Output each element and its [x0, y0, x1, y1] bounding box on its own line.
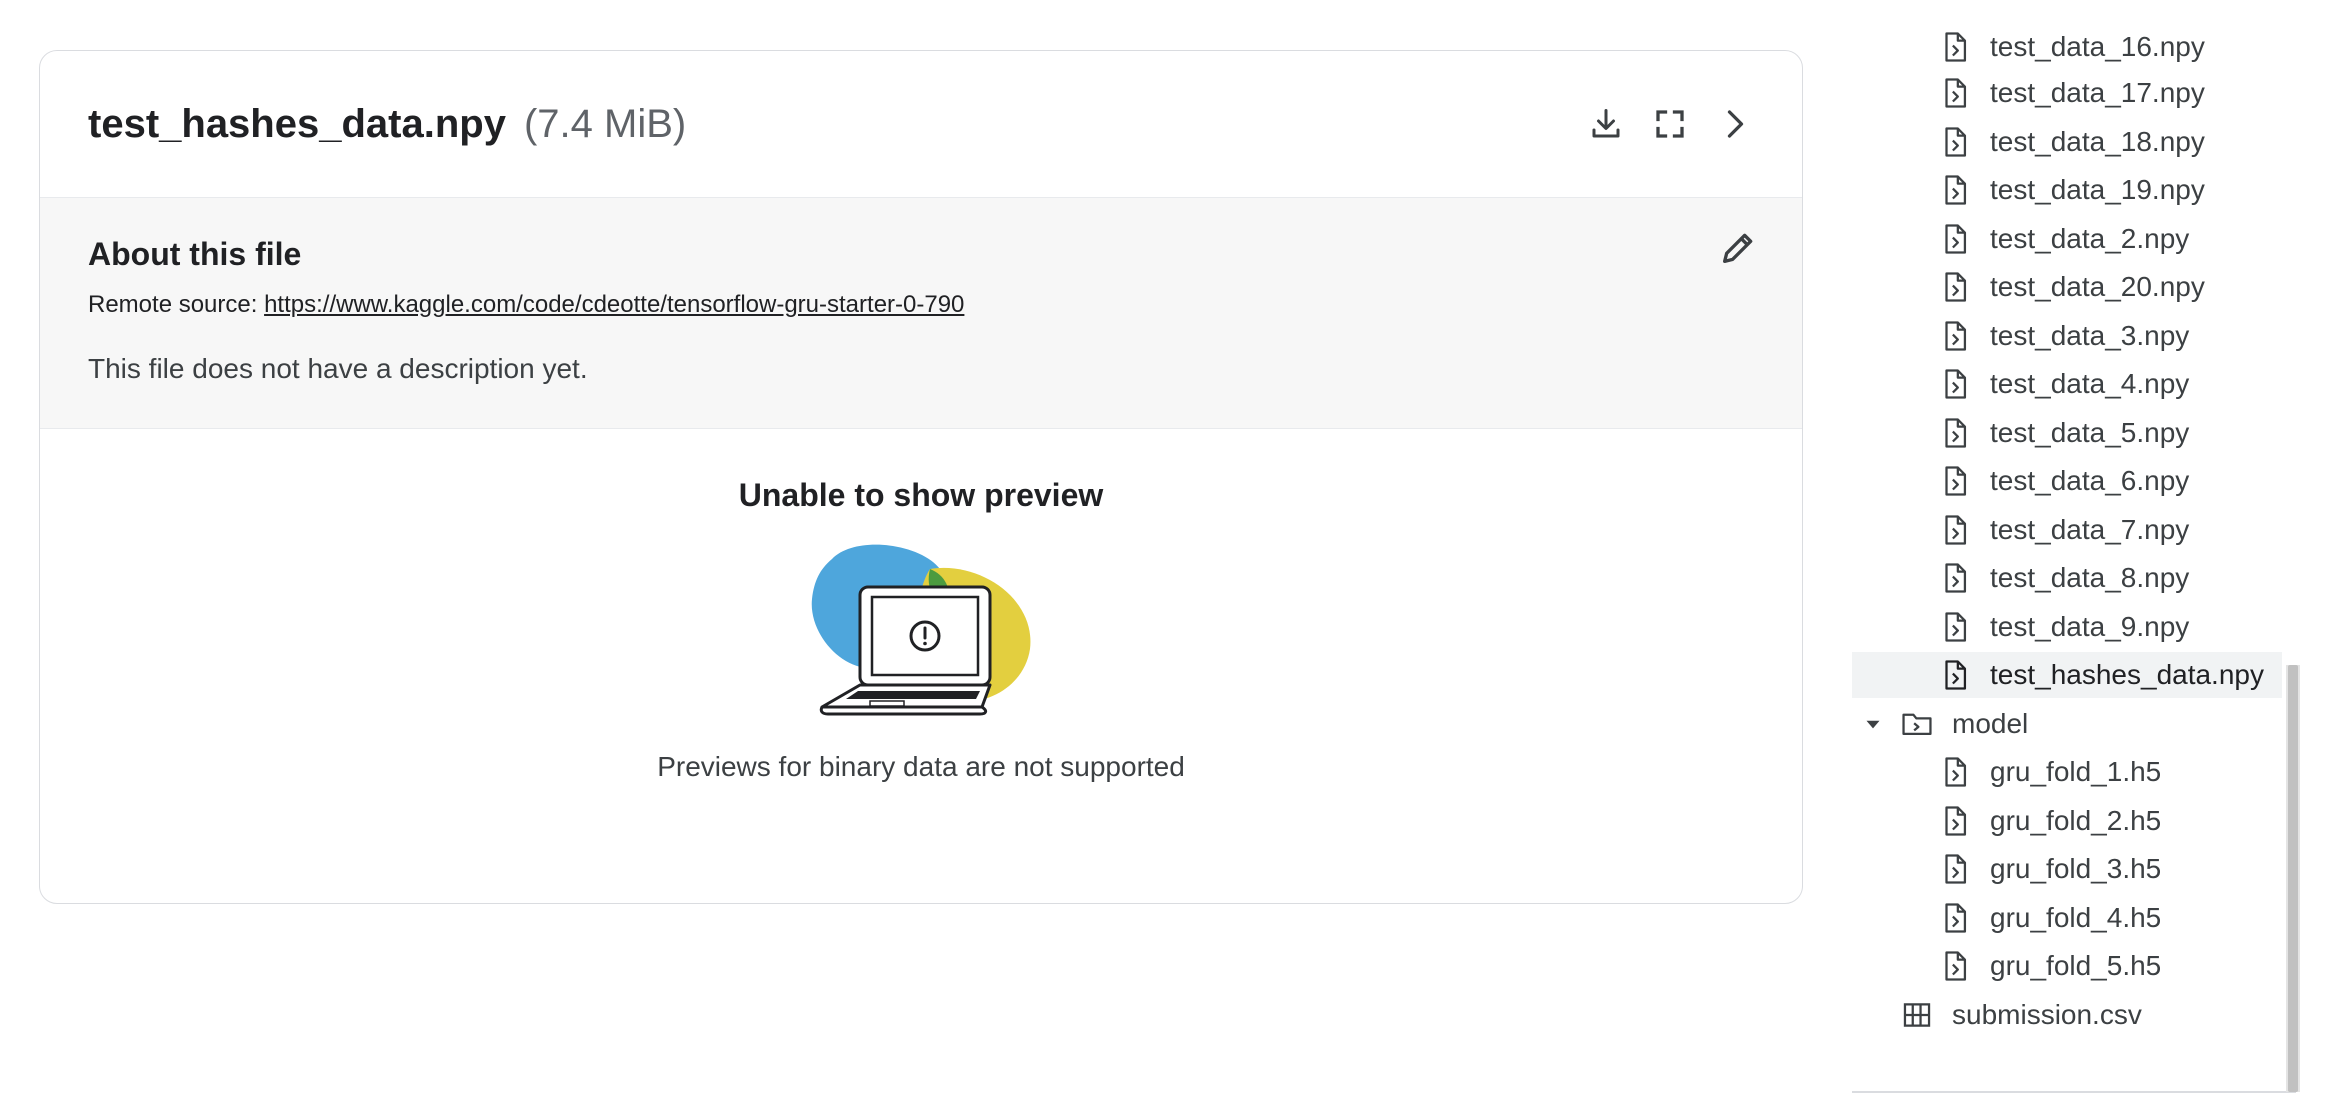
pencil-icon — [1723, 233, 1753, 263]
fullscreen-button[interactable] — [1650, 104, 1690, 144]
download-button[interactable] — [1586, 104, 1626, 144]
tree-folder-model[interactable]: model — [1860, 701, 2260, 747]
tree-item-test_data_5[interactable]: test_data_5.npy — [1938, 410, 2268, 456]
download-icon — [1592, 109, 1620, 138]
file-description: This file does not have a description ye… — [88, 353, 588, 384]
tree-item-test_data_19[interactable]: test_data_19.npy — [1938, 167, 2268, 213]
file-code-icon — [1945, 321, 1967, 351]
file-code-icon — [1945, 515, 1967, 545]
tree-item-label: gru_fold_5.h5 — [1990, 950, 2162, 981]
tree-item-label: test_data_6.npy — [1990, 465, 2190, 496]
file-code-icon — [1945, 660, 1967, 690]
tree-item-label: test_data_17.npy — [1990, 77, 2205, 108]
tree-item-label: test_data_4.npy — [1990, 368, 2190, 399]
tree-item-test_data_8[interactable]: test_data_8.npy — [1938, 555, 2268, 601]
file-code-icon — [1945, 127, 1967, 157]
tree-item-label: test_data_5.npy — [1990, 417, 2190, 448]
preview-message: Previews for binary data are not support… — [657, 751, 1185, 782]
tree-item-gru_fold_3[interactable]: gru_fold_3.h5 — [1938, 846, 2268, 892]
next-file-button[interactable] — [1714, 104, 1754, 144]
tree-item-label: test_data_2.npy — [1990, 223, 2190, 254]
tree-item-test_data_7[interactable]: test_data_7.npy — [1938, 507, 2268, 553]
tree-item-label: test_hashes_data.npy — [1990, 659, 2264, 690]
remote-source: Remote source: https://www.kaggle.com/co… — [88, 291, 1754, 319]
file-code-icon — [1945, 418, 1967, 448]
tree-item-label: test_data_20.npy — [1990, 271, 2205, 302]
file-code-icon — [1945, 612, 1967, 642]
file-code-icon — [1945, 854, 1967, 884]
fullscreen-icon — [1656, 110, 1684, 138]
tree-bottom-divider — [1852, 1091, 2296, 1093]
laptop-illustration — [811, 544, 1031, 716]
file-header: test_hashes_data.npy (7.4 MiB) — [40, 51, 1802, 197]
file-code-icon — [1945, 272, 1967, 302]
tree-item-label: test_data_18.npy — [1990, 126, 2205, 157]
tree-item-test_data_20[interactable]: test_data_20.npy — [1938, 264, 2268, 310]
tree-item-label: submission.csv — [1952, 999, 2142, 1030]
tree-item-label: test_data_8.npy — [1990, 562, 2190, 593]
table-icon — [1903, 1003, 1931, 1027]
file-code-icon — [1945, 466, 1967, 496]
tree-item-label: test_data_16.npy — [1990, 31, 2205, 62]
file-code-icon — [1945, 903, 1967, 933]
caret-down-icon[interactable] — [1860, 711, 1886, 737]
tree-item-test_data_17[interactable]: test_data_17.npy — [1938, 70, 2268, 116]
tree-item-test_data_3[interactable]: test_data_3.npy — [1938, 313, 2268, 359]
file-tree: test_data_16.npy test_data_17.npy test_d… — [1852, 0, 2282, 1092]
remote-source-link[interactable]: https://www.kaggle.com/code/cdeotte/tens… — [264, 291, 964, 318]
tree-item-test_hashes_data-selected[interactable]: test_hashes_data.npy — [1852, 652, 2282, 698]
header-actions — [1586, 104, 1754, 144]
file-size: (7.4 MiB) — [523, 101, 687, 146]
tree-item-gru_fold_2[interactable]: gru_fold_2.h5 — [1938, 798, 2268, 844]
edit-button[interactable] — [1718, 228, 1758, 268]
tree-item-label: gru_fold_4.h5 — [1990, 902, 2162, 933]
file-code-icon — [1945, 951, 1967, 981]
tree-item-test_data_2[interactable]: test_data_2.npy — [1938, 216, 2268, 262]
file-code-icon — [1945, 32, 1967, 62]
file-code-icon — [1945, 806, 1967, 836]
tree-item-submission[interactable]: submission.csv — [1900, 992, 2260, 1038]
tree-item-test_data_9[interactable]: test_data_9.npy — [1938, 604, 2268, 650]
file-name: test_hashes_data.npy — [88, 101, 506, 146]
tree-scrollbar-thumb[interactable] — [2288, 665, 2298, 1092]
tree-item-label: gru_fold_3.h5 — [1990, 853, 2162, 884]
folder-icon — [1902, 713, 1932, 736]
tree-item-label: test_data_3.npy — [1990, 320, 2190, 351]
tree-item-gru_fold_5[interactable]: gru_fold_5.h5 — [1938, 943, 2268, 989]
file-code-icon — [1945, 175, 1967, 205]
file-detail-card: test_hashes_data.npy (7.4 MiB) About thi… — [39, 50, 1803, 904]
file-code-icon — [1945, 78, 1967, 108]
file-code-icon — [1945, 369, 1967, 399]
tree-item-label: gru_fold_1.h5 — [1990, 756, 2162, 787]
tree-item-gru_fold_1[interactable]: gru_fold_1.h5 — [1938, 749, 2268, 795]
file-code-icon — [1945, 757, 1967, 787]
preview-title: Unable to show preview — [738, 477, 1104, 513]
about-section: About this file Remote source: https://w… — [40, 197, 1802, 429]
file-code-icon — [1945, 563, 1967, 593]
tree-item-test_data_6[interactable]: test_data_6.npy — [1938, 458, 2268, 504]
tree-item-partial[interactable]: test_data_16.npy — [1938, 24, 2268, 70]
tree-item-label: gru_fold_2.h5 — [1990, 805, 2162, 836]
file-code-icon — [1945, 224, 1967, 254]
tree-folder-label: model — [1952, 708, 2029, 739]
tree-item-test_data_18[interactable]: test_data_18.npy — [1938, 119, 2268, 165]
tree-item-gru_fold_4[interactable]: gru_fold_4.h5 — [1938, 895, 2268, 941]
chevron-right-icon — [1727, 110, 1744, 138]
preview-section: Unable to show preview Previews for bina… — [40, 429, 1802, 899]
tree-item-test_data_4[interactable]: test_data_4.npy — [1938, 361, 2268, 407]
tree-item-label: test_data_9.npy — [1990, 611, 2190, 642]
about-title: About this file — [88, 236, 302, 272]
remote-source-label: Remote source: — [88, 291, 258, 318]
tree-item-label: test_data_19.npy — [1990, 174, 2205, 205]
tree-item-label: test_data_7.npy — [1990, 514, 2190, 545]
